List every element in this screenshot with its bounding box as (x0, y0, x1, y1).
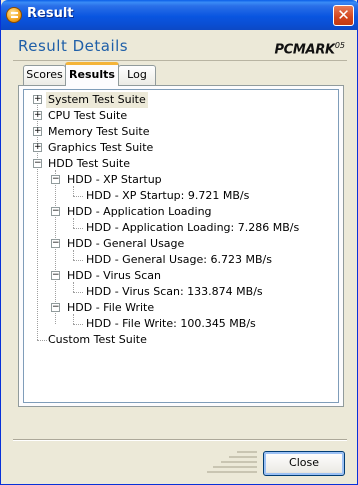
collapse-minus-icon[interactable]: − (51, 271, 60, 280)
app-icon (6, 7, 22, 23)
expand-plus-icon[interactable]: + (33, 143, 42, 152)
tree-item-result[interactable]: HDD - XP Startup: 9.721 MB/s (24, 188, 334, 204)
tree-item-label: System Test Suite (46, 92, 148, 108)
close-x-icon: ✕ (337, 6, 350, 24)
tree-item-label: Custom Test Suite (48, 333, 147, 346)
tree-item-hdd-xp-startup[interactable]: − HDD - XP Startup (24, 172, 324, 188)
results-tab-panel: + System Test Suite + CPU Test Suite + M… (18, 85, 344, 407)
expand-plus-icon[interactable]: + (33, 111, 42, 120)
tree-item-result[interactable]: HDD - Application Loading: 7.286 MB/s (24, 220, 334, 236)
tree-item-hdd-suite[interactable]: − HDD Test Suite (24, 156, 324, 172)
tree-item-cpu-suite[interactable]: + CPU Test Suite (24, 108, 324, 124)
tree-item-label: Graphics Test Suite (48, 141, 154, 154)
tree-item-hdd-general-usage[interactable]: − HDD - General Usage (24, 236, 324, 252)
collapse-minus-icon[interactable]: − (51, 175, 60, 184)
expand-plus-icon[interactable]: + (33, 127, 42, 136)
results-tree[interactable]: + System Test Suite + CPU Test Suite + M… (23, 89, 339, 403)
tree-item-custom-suite[interactable]: Custom Test Suite (24, 332, 324, 348)
result-value: HDD - File Write: 100.345 MB/s (86, 317, 256, 330)
tree-item-label: HDD - File Write (67, 301, 155, 314)
header-divider (13, 60, 347, 61)
collapse-minus-icon[interactable]: − (51, 303, 60, 312)
collapse-minus-icon[interactable]: − (51, 207, 60, 216)
tree-item-label: Memory Test Suite (48, 125, 150, 138)
result-value: HDD - Virus Scan: 133.874 MB/s (86, 285, 263, 298)
tree-item-hdd-application-loading[interactable]: − HDD - Application Loading (24, 204, 324, 220)
tree-item-label: HDD - XP Startup (67, 173, 162, 186)
tab-results[interactable]: Results (65, 62, 119, 86)
result-value: HDD - Application Loading: 7.286 MB/s (86, 221, 300, 234)
tree-item-result[interactable]: HDD - Virus Scan: 133.874 MB/s (24, 284, 334, 300)
expand-plus-icon[interactable]: + (33, 95, 42, 104)
tree-item-result[interactable]: HDD - General Usage: 6.723 MB/s (24, 252, 334, 268)
tree-item-label: HDD Test Suite (48, 157, 130, 170)
close-button[interactable]: Close (263, 451, 345, 476)
tree-item-hdd-file-write[interactable]: − HDD - File Write (24, 300, 324, 316)
tab-log[interactable]: Log (118, 65, 156, 85)
tree-item-result[interactable]: HDD - File Write: 100.345 MB/s (24, 316, 334, 332)
decorative-stripes-icon (207, 449, 257, 475)
collapse-minus-icon[interactable]: − (51, 239, 60, 248)
footer-divider (13, 439, 347, 441)
window-title: Result (27, 6, 74, 21)
collapse-minus-icon[interactable]: − (33, 159, 42, 168)
tab-scores[interactable]: Scores (23, 65, 66, 85)
tree-item-hdd-virus-scan[interactable]: − HDD - Virus Scan (24, 268, 324, 284)
result-window: Result ✕ Result Details PCMARK05 Scores … (0, 0, 358, 485)
tree-item-label: HDD - General Usage (67, 237, 185, 250)
tree-item-system-suite[interactable]: + System Test Suite (24, 92, 324, 108)
result-value: HDD - General Usage: 6.723 MB/s (86, 253, 272, 266)
tree-item-label: HDD - Virus Scan (67, 269, 161, 282)
tree-item-label: HDD - Application Loading (67, 205, 212, 218)
page-title: Result Details (18, 37, 129, 55)
tree-item-memory-suite[interactable]: + Memory Test Suite (24, 124, 324, 140)
title-bar[interactable]: Result ✕ (1, 0, 358, 30)
tree-item-graphics-suite[interactable]: + Graphics Test Suite (24, 140, 324, 156)
pcmark-logo: PCMARK05 (274, 41, 345, 58)
tree-item-label: CPU Test Suite (48, 109, 128, 122)
result-value: HDD - XP Startup: 9.721 MB/s (86, 189, 250, 202)
window-close-button[interactable]: ✕ (333, 5, 354, 26)
